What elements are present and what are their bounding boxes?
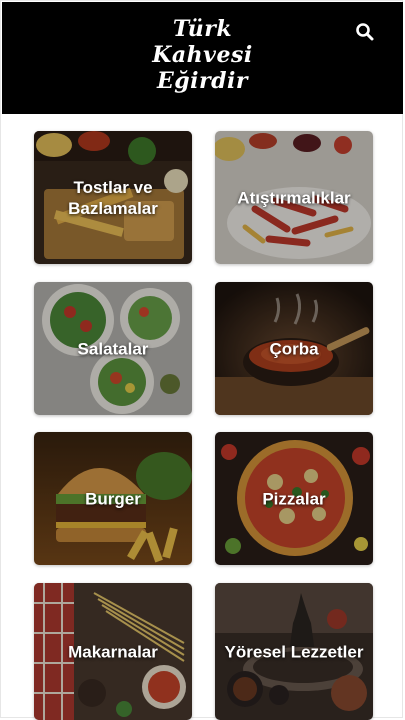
category-label: Burger <box>85 489 141 508</box>
category-label: Makarnalar <box>68 642 158 661</box>
category-label: Tostlar ve Bazlamalar <box>68 177 158 218</box>
category-card-makarnalar[interactable]: Makarnalar <box>34 583 192 720</box>
category-label: Salatalar <box>77 339 149 358</box>
category-label: Atıştırmalıklar <box>237 188 351 207</box>
category-card-atistirmaliklar[interactable]: Atıştırmalıklar <box>215 131 373 264</box>
category-card-corba[interactable]: Çorba <box>215 282 373 415</box>
category-card-yoresel[interactable]: Yöresel Lezzetler <box>215 583 373 720</box>
category-card-burger[interactable]: Burger <box>34 432 192 565</box>
category-grid: Tostlar ve Bazlamalar Atıştırmalıklar Sa… <box>0 0 405 720</box>
category-card-pizzalar[interactable]: Pizzalar <box>215 432 373 565</box>
category-card-salatalar[interactable]: Salatalar <box>34 282 192 415</box>
category-label: Çorba <box>269 339 319 358</box>
category-label: Pizzalar <box>262 489 326 508</box>
category-card-tostlar[interactable]: Tostlar ve Bazlamalar <box>34 131 192 264</box>
category-label: Yöresel Lezzetler <box>224 642 364 661</box>
